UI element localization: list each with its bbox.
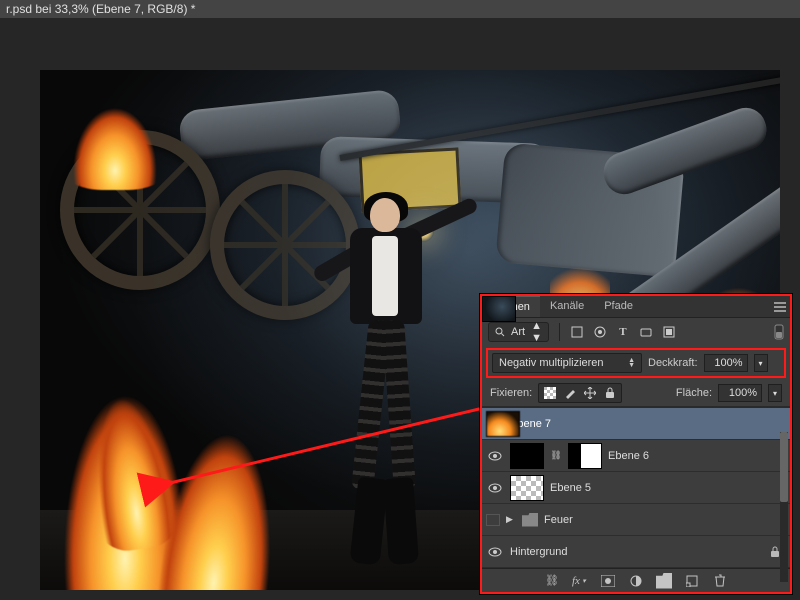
layers-list: Ebene 7 ⛓ Ebene 6 Ebene 5 ▶ Feuer Hinter… [482, 407, 790, 568]
fill-label: Fläche: [676, 387, 712, 399]
blend-mode-value: Negativ multiplizieren [499, 357, 604, 369]
delete-layer-icon[interactable] [712, 573, 728, 589]
filter-pixel-icon[interactable] [570, 325, 584, 339]
blend-opacity-row: Negativ multiplizieren ▲▼ Deckkraft: ▾ [486, 348, 786, 378]
layer-row[interactable]: Hintergrund [482, 536, 790, 568]
visibility-eye-icon[interactable] [486, 479, 504, 497]
add-mask-icon[interactable] [600, 573, 616, 589]
visibility-eye-icon[interactable] [486, 543, 504, 561]
layer-thumbnail[interactable] [486, 411, 520, 437]
visibility-eye-icon[interactable] [486, 447, 504, 465]
filter-type-icon[interactable]: T [616, 325, 630, 339]
layer-mask-thumbnail[interactable] [568, 443, 602, 469]
layer-name[interactable]: Feuer [544, 514, 786, 526]
layer-row[interactable]: ▶ Feuer [482, 504, 790, 536]
new-layer-icon[interactable] [684, 573, 700, 589]
panel-tabs: Ebenen Kanäle Pfade [482, 296, 790, 318]
lock-transparent-icon[interactable] [543, 386, 557, 400]
lock-label: Fixieren: [490, 387, 532, 399]
layer-fx-icon[interactable]: fx▾ [572, 573, 588, 589]
fill-flyout-button[interactable]: ▾ [768, 384, 782, 402]
opacity-input[interactable] [704, 354, 748, 372]
model-figure [332, 198, 442, 570]
layer-row[interactable]: ⛓ Ebene 6 [482, 440, 790, 472]
layers-scrollbar[interactable] [780, 432, 788, 582]
layer-row[interactable]: Ebene 7 [482, 408, 790, 440]
lock-all-icon[interactable] [603, 386, 617, 400]
visibility-toggle-empty[interactable] [486, 514, 500, 526]
tab-channels[interactable]: Kanäle [540, 296, 594, 317]
chevron-updown-icon: ▲▼ [531, 320, 542, 344]
lock-fill-row: Fixieren: Fläche: ▾ [482, 380, 790, 407]
filter-smart-icon[interactable] [662, 325, 676, 339]
layer-filter-kind[interactable]: Art ▲▼ [488, 322, 549, 342]
tab-paths[interactable]: Pfade [594, 296, 643, 317]
layers-panel: Ebenen Kanäle Pfade Art ▲▼ T Negativ mul… [480, 294, 792, 594]
lock-buttons [538, 383, 622, 403]
link-layers-icon[interactable]: ⛓ [544, 573, 560, 589]
search-icon [495, 327, 505, 337]
layer-name[interactable]: Ebene 6 [608, 450, 786, 462]
lock-icon [770, 546, 780, 558]
layer-thumbnail[interactable] [510, 443, 544, 469]
lock-pixels-icon[interactable] [563, 386, 577, 400]
blend-mode-dropdown[interactable]: Negativ multiplizieren ▲▼ [492, 353, 642, 373]
filter-shape-icon[interactable] [639, 325, 653, 339]
opacity-flyout-button[interactable]: ▾ [754, 354, 768, 372]
filter-adjust-icon[interactable] [593, 325, 607, 339]
filter-toggle-switch[interactable] [774, 324, 784, 340]
new-group-icon[interactable] [656, 573, 672, 589]
opacity-label: Deckkraft: [648, 357, 698, 369]
layer-name[interactable]: Ebene 7 [510, 418, 786, 430]
lock-position-icon[interactable] [583, 386, 597, 400]
new-adjustment-icon[interactable] [628, 573, 644, 589]
chevron-updown-icon: ▲▼ [628, 358, 635, 368]
panel-menu-icon[interactable] [770, 296, 790, 317]
layer-thumbnail[interactable] [510, 475, 544, 501]
fire-bottom-left [40, 250, 290, 590]
fire-top-left [50, 70, 180, 190]
layer-name[interactable]: Hintergrund [510, 546, 764, 558]
filter-row: Art ▲▼ T [482, 318, 790, 346]
panel-footer: ⛓ fx▾ [482, 568, 790, 592]
layer-row[interactable]: Ebene 5 [482, 472, 790, 504]
layer-name[interactable]: Ebene 5 [550, 482, 786, 494]
group-disclosure-icon[interactable]: ▶ [506, 514, 516, 525]
filter-icons: T [570, 325, 676, 339]
folder-icon [522, 513, 538, 527]
fill-input[interactable] [718, 384, 762, 402]
mask-link-icon[interactable]: ⛓ [550, 450, 562, 461]
document-title: r.psd bei 33,3% (Ebene 7, RGB/8) * [0, 0, 800, 18]
filter-kind-label: Art [511, 326, 525, 338]
